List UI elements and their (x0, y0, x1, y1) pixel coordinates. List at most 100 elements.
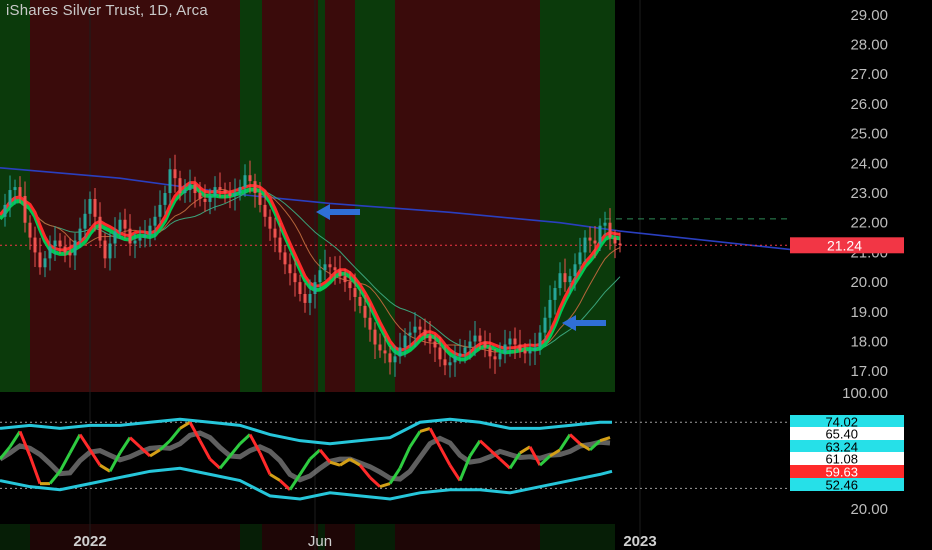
price-tick-label: 25.00 (850, 126, 888, 143)
osc-line-segment (128, 436, 142, 448)
osc-line-segment (179, 420, 191, 430)
candle-body (233, 193, 237, 196)
osc-line-segment (238, 433, 252, 445)
zone-bottom-bull (0, 524, 30, 550)
candle-body (453, 356, 457, 363)
osc-line-segment (498, 457, 512, 470)
candle-body (308, 294, 312, 303)
candle-body (598, 225, 602, 244)
candle-body (613, 237, 617, 244)
candle-body (608, 222, 612, 238)
osc-line-segment (99, 463, 111, 473)
candle-body (388, 353, 392, 363)
candle-body (423, 329, 427, 336)
osc-upper-band (0, 417, 612, 446)
zone-bottom-bull (240, 524, 262, 550)
candle-body (358, 296, 362, 306)
last-price-label: 21.24 (827, 237, 862, 253)
candle-body (293, 273, 297, 283)
candle-body (228, 193, 232, 196)
candle-body (493, 356, 497, 360)
candle-body (83, 213, 87, 229)
candle-body (558, 273, 562, 289)
candle-body (428, 335, 432, 342)
candle-body (288, 264, 292, 274)
candle-body (153, 216, 157, 226)
time-tick-label: 2022 (73, 533, 106, 550)
osc-line-segment (318, 448, 332, 464)
osc-tick-bottom: 20.00 (850, 501, 888, 518)
candle-body (3, 204, 7, 217)
candle-body (78, 228, 82, 241)
candle-body (503, 344, 507, 354)
candle-body (278, 237, 282, 253)
candle-body (403, 335, 407, 348)
osc-line-segment (599, 436, 611, 443)
candle-body (413, 326, 417, 333)
candle-body (238, 187, 242, 194)
osc-line-segment (168, 427, 182, 442)
candle-body (33, 237, 37, 253)
osc-line-segment (379, 482, 391, 489)
candle-body (313, 282, 317, 294)
candle-body (603, 222, 607, 226)
candle-body (593, 240, 597, 244)
osc-line-segment (118, 436, 132, 454)
candle-body (68, 252, 72, 256)
candle-body (178, 178, 182, 194)
time-tick-label: Jun (308, 533, 332, 550)
price-chart-canvas[interactable]: 29.00 28.00 27.00 26.00 25.00 24.00 23.00 22.00… (0, 0, 932, 550)
osc-line-segment (468, 439, 482, 457)
candle-body (173, 169, 177, 179)
candle-body (88, 198, 92, 214)
candle-body (113, 231, 117, 244)
osc-line-segment (408, 430, 422, 448)
candle-body (133, 240, 137, 244)
candle-body (343, 276, 347, 283)
candle-body (418, 326, 422, 330)
chart-title: iShares Silver Trust, 1D, Arca (6, 2, 208, 19)
candle-body (368, 317, 372, 330)
osc-line-segment (198, 439, 212, 460)
candle-body (333, 267, 337, 271)
candle-body (198, 193, 202, 199)
candle-body (183, 190, 187, 194)
osc-line-segment (398, 446, 412, 469)
candle-body (273, 228, 277, 238)
osc-line-segment (208, 457, 222, 470)
candle-body (533, 347, 537, 351)
candle-body (108, 243, 112, 259)
candle-body (63, 246, 67, 253)
zone-bear (325, 0, 355, 392)
candle-body (363, 305, 367, 318)
candle-body (328, 264, 332, 268)
candle-body (548, 299, 552, 318)
osc-line-segment (438, 446, 452, 466)
candle-body (163, 193, 167, 205)
price-tick-label: 24.00 (850, 155, 888, 172)
candle-body (73, 240, 77, 256)
zone-bottom-bear (395, 524, 540, 550)
osc-tick-top: 100.00 (842, 385, 888, 402)
candle-body (513, 338, 517, 345)
candle-body (138, 237, 142, 241)
oscillator-pane (0, 417, 790, 501)
candle-body (573, 264, 577, 277)
candle-body (433, 341, 437, 348)
candle-body (253, 181, 257, 194)
candle-body (208, 196, 212, 202)
osc-line-segment (258, 452, 272, 476)
candle-body (473, 335, 477, 342)
osc-line-segment (218, 455, 232, 470)
osc-line-segment (269, 473, 281, 482)
candle-body (148, 225, 152, 235)
candle-body (618, 243, 622, 245)
osc-lower-band (0, 466, 613, 501)
price-tick-label: 18.00 (850, 334, 888, 351)
zone-bear (395, 0, 540, 392)
osc-line-segment (419, 426, 431, 433)
candle-body (448, 362, 452, 366)
candle-body (338, 270, 342, 277)
candle-body (393, 356, 397, 363)
candle-body (48, 246, 52, 259)
